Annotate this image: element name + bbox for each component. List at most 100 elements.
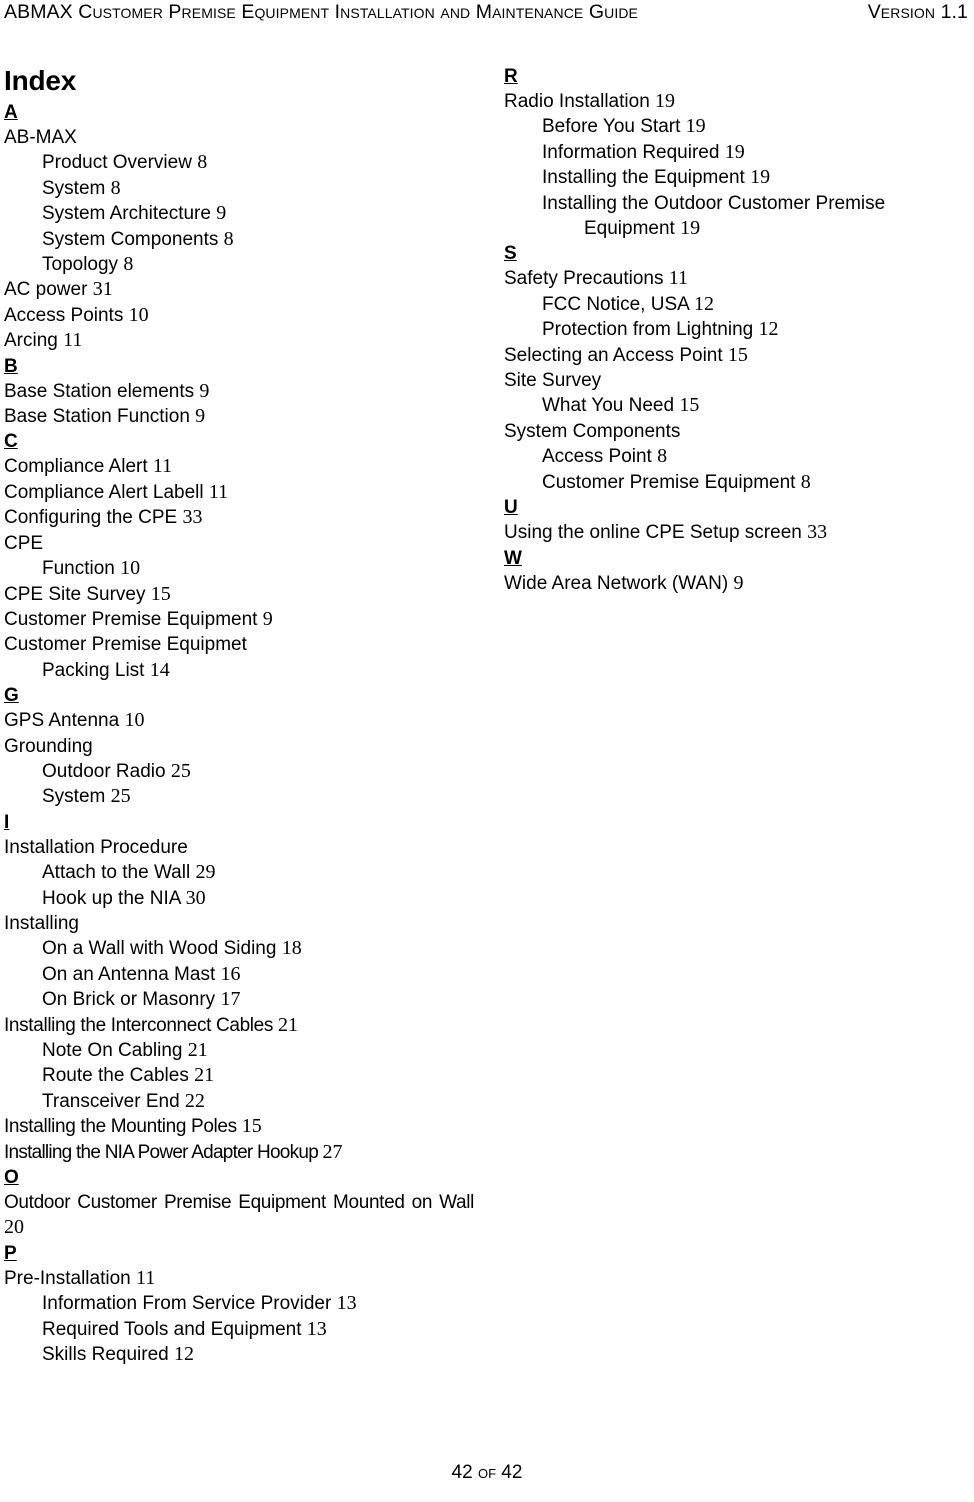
- index-page-number: 15: [727, 343, 748, 366]
- index-entry: Customer Premise Equipmet: [4, 632, 474, 657]
- index-entry-label: Note On Cabling: [42, 1040, 183, 1061]
- index-subentry: Transceiver End 22: [4, 1089, 474, 1114]
- running-header: ABMAX Customer Premise Equipment Install…: [4, 0, 970, 30]
- index-page-number: 9: [733, 571, 744, 594]
- index-entry-label: On a Wall with Wood Siding: [42, 938, 277, 960]
- index-entry-label: Base Station elements: [4, 380, 195, 402]
- index-entry-label: Outdoor Customer Premise Equipment Mount…: [4, 1192, 474, 1214]
- index-section-letter: U: [504, 497, 518, 519]
- index-entry-label: GPS Antenna: [4, 710, 120, 732]
- index-page-number: 10: [120, 557, 141, 580]
- index-page-number: 11: [136, 1266, 156, 1289]
- index-page-number: 11: [152, 455, 173, 478]
- index-page-number: 8: [197, 151, 208, 174]
- index-entry-continuation: Equipment 19: [584, 217, 701, 240]
- index-subentry: Packing List 14: [4, 658, 474, 683]
- index-subentry: System 8: [4, 176, 474, 201]
- index-entry: Arcing 11: [4, 328, 474, 353]
- index-entry-label: Information From Service Provider: [42, 1293, 332, 1315]
- index-entry: AC power 31: [4, 277, 474, 302]
- index-page-number: 12: [694, 292, 715, 315]
- index-entry: Radio Installation 19: [504, 89, 974, 114]
- index-entry: Selecting an Access Point 15: [504, 343, 974, 368]
- index-page-number: 8: [657, 445, 668, 468]
- index-entry: Site Survey: [504, 368, 974, 393]
- index-entry: Base Station Function 9: [4, 404, 474, 429]
- index-column-right: R Radio Installation 19 Before You Start 1…: [504, 64, 974, 596]
- index-page-number: 19: [724, 140, 745, 163]
- index-entry: Configuring the CPE 33: [4, 505, 474, 530]
- index-page-number: 33: [182, 506, 203, 529]
- index-entry-label: Customer Premise Equipmet: [4, 634, 247, 656]
- index-entry-label: Base Station Function: [4, 406, 190, 428]
- index-subentry: Topology 8: [4, 252, 474, 277]
- index-entry-label: System: [42, 786, 106, 808]
- index-entry-label: Selecting an Access Point: [504, 344, 723, 366]
- index-section-letter: B: [4, 355, 18, 377]
- index-page-number: 11: [668, 267, 689, 290]
- index-subentry: Product Overview 8: [4, 150, 474, 175]
- index-entry-label: CPE: [4, 532, 44, 554]
- index-page-number: 29: [195, 861, 216, 884]
- index-entry-label: Function: [42, 558, 115, 580]
- index-entry-label: AB-MAX: [4, 127, 77, 148]
- index-page-number: 10: [128, 303, 149, 326]
- index-entries-left: A AB-MAX Product Overview 8 System 8 System …: [4, 100, 474, 1367]
- page-footer: 42 of 42: [451, 1462, 523, 1483]
- index-page: ABMAX Customer Premise Equipment Install…: [0, 0, 974, 1502]
- index-page-number: 21: [277, 1013, 298, 1036]
- index-entry-label: Site Survey: [504, 370, 602, 392]
- index-entry-label: Configuring the CPE: [4, 507, 178, 529]
- index-column-left: Index A AB-MAX Product Overview 8 System 8S…: [4, 64, 474, 1367]
- index-subentry: System Components 8: [4, 227, 474, 252]
- index-entry: GPS Antenna 10: [4, 708, 474, 733]
- index-entry: Pre-Installation 11: [4, 1266, 474, 1291]
- index-page-number: 19: [655, 90, 676, 112]
- index-section-letter: G: [4, 685, 19, 707]
- index-entry: Compliance Alert Labell 11: [4, 480, 474, 505]
- index-page-number: 9: [195, 405, 206, 428]
- index-entry: Installing the NIA Power Adapter Hookup …: [4, 1140, 474, 1165]
- index-entries-right: R Radio Installation 19 Before You Start 1…: [504, 64, 974, 596]
- index-entry-label: Attach to the Wall: [42, 862, 191, 884]
- index-page-number: 14: [149, 658, 170, 681]
- index-entry-label: Skills Required: [42, 1344, 169, 1366]
- index-entry: System Components: [504, 419, 974, 444]
- index-entry-label: System: [42, 177, 106, 199]
- index-page-number: 22: [184, 1089, 205, 1112]
- index-page-number: 11: [208, 480, 229, 503]
- index-entry-label: Installing: [4, 912, 79, 934]
- index-subentry: Protection from Lightning 12: [504, 317, 974, 342]
- index-entry-label: Required Tools and Equipment: [42, 1318, 302, 1340]
- index-entry: Compliance Alert 11: [4, 454, 474, 479]
- index-entry-label: Installing the Equipment: [542, 167, 745, 189]
- index-entry-label: Installation Procedure: [4, 836, 188, 858]
- index-page-number: 12: [758, 318, 779, 341]
- index-page-number: 8: [223, 227, 234, 250]
- index-entry-label: Route the Cables: [42, 1065, 189, 1087]
- index-page-number: 8: [110, 176, 121, 199]
- index-page-number: 25: [170, 759, 191, 782]
- index-entry: Outdoor Customer Premise Equipment Mount…: [4, 1190, 474, 1241]
- index-page-number: 19: [750, 166, 771, 189]
- index-entry: Base Station elements 9: [4, 379, 474, 404]
- index-entry-label: System Components: [42, 228, 219, 250]
- index-entry: Installing: [4, 911, 474, 936]
- index-subentry: Customer Premise Equipment 8: [504, 470, 974, 495]
- index-subentry: Hook up the NIA 30: [4, 886, 474, 911]
- index-subentry: Required Tools and Equipment 13: [4, 1317, 474, 1342]
- index-subentry: Outdoor Radio 25: [4, 759, 474, 784]
- index-entry-label: Packing List: [42, 659, 145, 681]
- index-page-number: 19: [680, 217, 701, 240]
- index-entry-label: Information Required: [542, 141, 720, 163]
- index-section-letter: C: [4, 431, 18, 453]
- index-entry: Safety Precautions 11: [504, 266, 974, 291]
- index-entry-label: Transceiver End: [42, 1090, 180, 1112]
- index-entry-label: Access Points: [4, 304, 124, 326]
- index-entry-label: Pre-Installation: [4, 1267, 131, 1289]
- index-entry-label: Installing the NIA Power Adapter Hookup: [4, 1141, 319, 1163]
- index-section-letter: I: [4, 811, 10, 833]
- index-entry-label: Wide Area Network (WAN): [504, 572, 729, 594]
- index-entry: Installation Procedure: [4, 835, 474, 860]
- index-page-number: 20: [4, 1216, 24, 1239]
